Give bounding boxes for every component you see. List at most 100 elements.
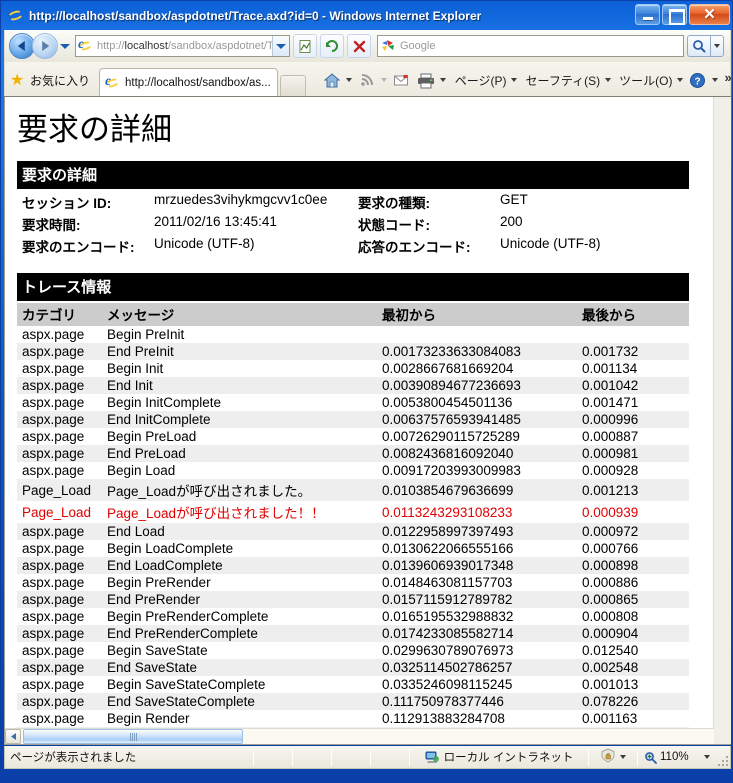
menu-tools[interactable]: ツール(O) bbox=[613, 72, 674, 89]
forward-arrow-icon bbox=[42, 41, 50, 51]
cell-from-last: 0.000898 bbox=[577, 557, 689, 575]
cell-message: End LoadComplete bbox=[102, 557, 377, 575]
table-row: aspx.page Begin PreLoad 0.0072629011572528… bbox=[17, 428, 689, 445]
chevron-down-icon[interactable] bbox=[703, 755, 710, 759]
window-title: http://localhost/sandbox/aspdotnet/Trace… bbox=[29, 8, 482, 23]
scroll-left-button[interactable] bbox=[5, 729, 21, 744]
cell-from-last: 0.000887 bbox=[582, 429, 639, 445]
cell-from-first: 0.00173233633084083 bbox=[377, 343, 577, 361]
cell-from-last: 0.001732 bbox=[577, 343, 689, 361]
browser-chrome: e http://localhost/sandbox/aspdotnet/Tra… bbox=[4, 30, 732, 96]
cell-category: aspx.page bbox=[22, 575, 85, 591]
request-time-label: 要求時間: bbox=[22, 218, 81, 234]
star-icon: ★ bbox=[10, 71, 25, 89]
column-header-message: メッセージ bbox=[102, 303, 377, 327]
page-horizontal-scrollbar[interactable] bbox=[5, 728, 715, 744]
cell-category: aspx.page bbox=[22, 609, 85, 625]
menu-safety-caret[interactable] bbox=[602, 69, 613, 91]
table-row: aspx.page End PreRender 0.0157115912789782… bbox=[17, 591, 689, 609]
tab-bar: ★ お気に入り e http://localhost/sandbox/as... bbox=[5, 62, 732, 96]
refresh-button[interactable] bbox=[320, 34, 344, 58]
print-button[interactable] bbox=[414, 69, 438, 91]
chevron-down-icon bbox=[511, 78, 518, 82]
table-row: 要求時間: 2011/02/16 13:45:41 状態コード: 200 bbox=[17, 213, 689, 235]
cell-from-last: 0.000766 bbox=[582, 541, 639, 557]
table-row: aspx.page End PreInit 0.00173233633084083 0… bbox=[17, 343, 689, 361]
command-overflow-button[interactable]: » bbox=[724, 70, 731, 85]
chevron-down-icon bbox=[711, 78, 718, 82]
favorites-button[interactable]: ★ お気に入り bbox=[5, 67, 97, 93]
minimize-button[interactable] bbox=[635, 4, 660, 25]
cell-from-last: 0.000981 bbox=[577, 445, 689, 463]
forward-button[interactable] bbox=[32, 33, 58, 59]
rss-icon bbox=[360, 74, 373, 86]
status-slot-1 bbox=[254, 749, 292, 766]
help-button[interactable]: ? bbox=[685, 69, 709, 91]
protected-mode-indicator[interactable] bbox=[589, 748, 637, 766]
search-box[interactable]: Google bbox=[377, 35, 684, 57]
cell-message: Begin Render bbox=[107, 711, 190, 727]
cell-from-first: 0.0082436816092040 bbox=[377, 445, 577, 463]
cell-category: aspx.page bbox=[17, 557, 102, 575]
navigation-toolbar: e http://localhost/sandbox/aspdotnet/Tra… bbox=[5, 30, 730, 62]
cell-from-last: 0.000904 bbox=[577, 625, 689, 643]
feeds-button[interactable] bbox=[355, 69, 379, 91]
horizontal-scroll-thumb[interactable] bbox=[23, 729, 243, 744]
cell-from-last: 0.001013 bbox=[582, 677, 639, 693]
menu-page-caret[interactable] bbox=[509, 69, 520, 91]
new-tab-button[interactable] bbox=[279, 75, 306, 96]
close-x-icon bbox=[353, 40, 365, 52]
address-input[interactable]: http://localhost/sandbox/aspdotnet/Trac bbox=[97, 40, 272, 52]
address-bar[interactable]: e http://localhost/sandbox/aspdotnet/Tra… bbox=[75, 35, 290, 57]
read-mail-button[interactable] bbox=[390, 69, 414, 91]
cell-message: Begin InitComplete bbox=[107, 395, 222, 411]
table-row: aspx.page Begin Load 0.00917203993009983 0.… bbox=[17, 462, 689, 479]
table-row: aspx.page Begin Render 0.112913883284708 0.… bbox=[17, 710, 689, 727]
print-dropdown[interactable] bbox=[438, 69, 449, 91]
table-row: aspx.page Begin PreRender 0.01484630811577… bbox=[17, 574, 689, 591]
help-dropdown[interactable] bbox=[709, 69, 720, 91]
resize-grip[interactable] bbox=[716, 754, 728, 766]
cell-category: aspx.page bbox=[22, 643, 85, 659]
cell-category: aspx.page bbox=[22, 327, 85, 343]
cell-message: End SaveState bbox=[102, 659, 377, 677]
shield-icon bbox=[600, 748, 616, 766]
chevron-down-icon[interactable] bbox=[620, 755, 626, 759]
feeds-dropdown bbox=[379, 69, 390, 91]
cell-category: aspx.page bbox=[17, 523, 102, 541]
home-dropdown[interactable] bbox=[344, 69, 355, 91]
security-zone[interactable]: ローカル イントラネット bbox=[410, 749, 588, 765]
cell-message: End Init bbox=[102, 377, 377, 395]
cell-category: aspx.page bbox=[17, 591, 102, 609]
cell-from-last: 0.078226 bbox=[577, 693, 689, 711]
search-go-button[interactable] bbox=[687, 35, 710, 57]
maximize-button[interactable] bbox=[662, 4, 687, 25]
recent-pages-button[interactable] bbox=[58, 33, 72, 59]
menu-tools-caret[interactable] bbox=[674, 69, 685, 91]
search-input[interactable]: Google bbox=[400, 40, 435, 52]
cell-category: aspx.page bbox=[22, 541, 85, 557]
address-dropdown-button[interactable] bbox=[272, 36, 289, 56]
cell-message: End PreRender bbox=[102, 591, 377, 609]
request-type-value: GET bbox=[500, 192, 528, 208]
menu-page[interactable]: ページ(P) bbox=[449, 72, 509, 89]
tab-active[interactable]: e http://localhost/sandbox/as... bbox=[99, 68, 278, 96]
page-document: 要求の詳細 要求の詳細 セッション ID: mrzuedes3vihykmgcv… bbox=[5, 97, 715, 731]
compatibility-view-button[interactable] bbox=[293, 34, 317, 58]
chevron-left-icon bbox=[10, 733, 16, 740]
cell-message: End InitComplete bbox=[102, 411, 377, 429]
stop-button[interactable] bbox=[347, 34, 371, 58]
request-time-value: 2011/02/16 13:45:41 bbox=[154, 214, 277, 230]
close-button[interactable]: ✕ bbox=[689, 4, 730, 25]
menu-safety[interactable]: セーフティ(S) bbox=[520, 72, 603, 89]
cell-from-last: 0.000928 bbox=[582, 463, 639, 479]
cell-from-first: 0.00726290115725289 bbox=[382, 429, 520, 445]
request-details-table: セッション ID: mrzuedes3vihykmgcvv1c0ee 要求の種類… bbox=[17, 191, 689, 257]
table-row: Page_Load Page_Loadが呼び出されました。 0.0103854679… bbox=[17, 479, 689, 502]
search-provider-dropdown[interactable] bbox=[710, 35, 724, 57]
cell-from-last: 0.001042 bbox=[577, 377, 689, 395]
home-button[interactable] bbox=[320, 69, 344, 91]
cell-from-first: 0.0325114502786257 bbox=[377, 659, 577, 677]
chevron-down-icon bbox=[440, 78, 447, 82]
cell-from-first: 0.0157115912789782 bbox=[377, 591, 577, 609]
